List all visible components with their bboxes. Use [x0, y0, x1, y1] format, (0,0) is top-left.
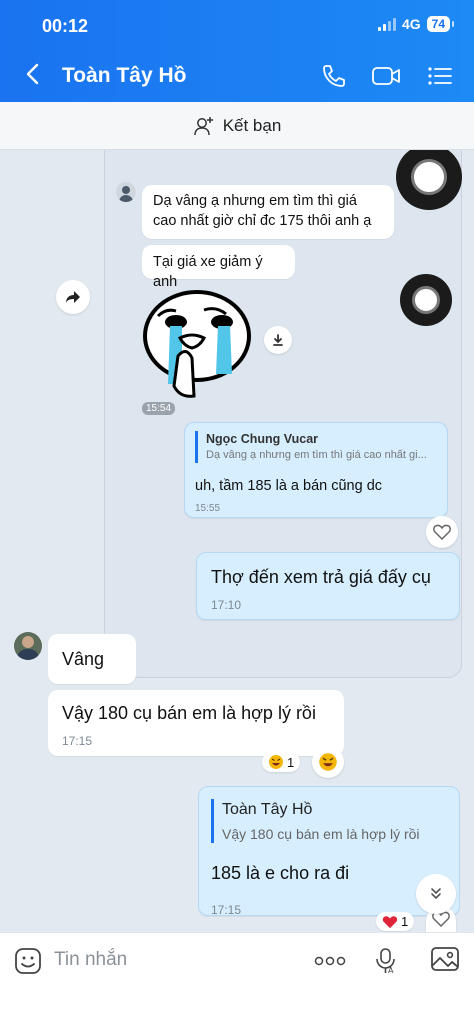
status-icons: 4G 74 — [377, 16, 455, 32]
avatar — [116, 182, 136, 202]
message-bubble[interactable]: Dạ vâng ạ nhưng em tìm thì giá cao nhất … — [142, 185, 394, 239]
reply-quote[interactable]: Toàn Tây Hồ Vậy 180 cụ bán em là hợp lý … — [211, 799, 447, 844]
status-time: 00:12 — [42, 16, 89, 36]
sticker-time: 15:54 — [142, 402, 176, 415]
crying-sticker[interactable] — [142, 286, 260, 400]
download-icon — [273, 334, 283, 346]
message-bubble[interactable]: Tại giá xe giảm ý anh — [142, 245, 295, 290]
svg-text:A: A — [388, 966, 394, 975]
more-options-icon[interactable] — [314, 955, 346, 967]
laughing-emoji-icon — [319, 753, 337, 771]
reply-message-bubble[interactable]: Ngọc Chung Vucar Dạ vâng ạ nhưng em tìm … — [184, 422, 448, 518]
phone-icon[interactable] — [320, 62, 348, 90]
conversation-title[interactable]: Toàn Tây Hồ — [62, 64, 186, 88]
microphone-icon[interactable]: A — [374, 947, 398, 975]
message-input-bar: Tin nhắn A — [0, 932, 474, 1024]
reaction-count: 1 — [287, 754, 295, 770]
heart-icon — [382, 915, 398, 928]
emoji-sticker-icon[interactable] — [14, 947, 42, 975]
assistive-touch-button[interactable] — [400, 274, 452, 326]
avatar[interactable] — [14, 632, 42, 660]
react-button[interactable] — [426, 516, 458, 548]
download-button[interactable] — [264, 326, 292, 354]
message-bubble[interactable]: Vâng — [48, 634, 136, 684]
reaction-chip[interactable]: 1 — [376, 912, 415, 931]
react-button[interactable] — [312, 746, 344, 778]
message-time: 17:10 — [211, 598, 242, 613]
message-text: Thợ đến xem trả giá đấy cụ — [211, 567, 431, 587]
message-text: Vâng — [62, 649, 105, 669]
add-friend-bar[interactable]: Kết bạn — [0, 102, 474, 150]
chat-area[interactable]: Dạ vâng ạ nhưng em tìm thì giá cao nhất … — [0, 150, 474, 932]
message-text: uh, tầm 185 là a bán cũng dc — [195, 477, 383, 494]
scroll-to-bottom-button[interactable] — [416, 874, 456, 914]
quoted-sender: Ngọc Chung Vucar — [206, 432, 319, 446]
quoted-sender: Toàn Tây Hồ — [222, 801, 313, 818]
message-time: 15:55 — [195, 503, 221, 515]
add-friend-label: Kết bạn — [222, 115, 282, 135]
heart-outline-icon — [433, 524, 451, 540]
message-text: Vậy 180 cụ bán em là hợp lý rồi — [62, 703, 316, 723]
message-text: 185 là e cho ra đi — [211, 863, 350, 884]
reaction-count: 1 — [401, 914, 409, 929]
laughing-emoji-icon — [269, 755, 283, 769]
video-camera-icon[interactable] — [370, 62, 402, 90]
reply-quote[interactable]: Ngọc Chung Vucar Dạ vâng ạ nhưng em tìm … — [195, 431, 437, 463]
add-user-icon — [193, 116, 213, 135]
message-text: Dạ vâng ạ nhưng em tìm thì giá cao nhất … — [153, 193, 372, 229]
double-chevron-down-icon — [431, 888, 441, 900]
reaction-chip[interactable]: 1 — [262, 752, 301, 772]
message-input[interactable]: Tin nhắn — [54, 949, 127, 971]
chevron-left-icon[interactable] — [22, 62, 46, 86]
battery-icon: 74 — [426, 16, 455, 32]
forward-arrow-icon — [66, 291, 80, 303]
message-bubble-mine[interactable]: Thợ đến xem trả giá đấy cụ 17:10 — [196, 552, 460, 620]
network-type: 4G — [401, 16, 421, 32]
message-bubble[interactable]: Vậy 180 cụ bán em là hợp lý rồi 17:15 — [48, 690, 344, 756]
quoted-text: Dạ vâng ạ nhưng em tìm thì giá cao nhất … — [206, 448, 427, 461]
message-time: 17:15 — [62, 734, 93, 749]
list-menu-icon[interactable] — [426, 62, 454, 90]
top-bar: 00:12 4G 74 Toàn Tây Hồ — [0, 0, 474, 102]
image-gallery-icon[interactable] — [430, 945, 460, 973]
forward-button[interactable] — [56, 280, 90, 314]
signal-icon — [377, 17, 396, 31]
quoted-text: Vậy 180 cụ bán em là hợp lý rồi — [222, 825, 420, 842]
